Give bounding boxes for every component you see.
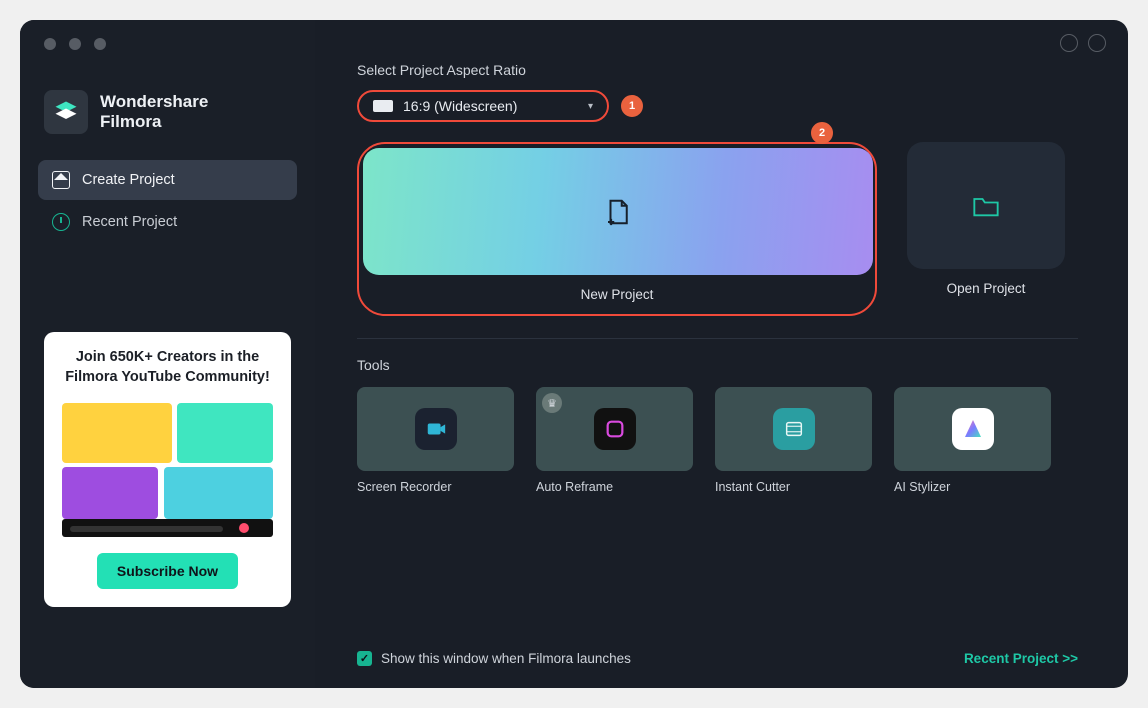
promo-headline: Join 650K+ Creators in the Filmora YouTu…: [56, 348, 279, 387]
recent-project-link[interactable]: Recent Project >>: [964, 651, 1078, 666]
tool-ai-stylizer[interactable]: [894, 387, 1051, 471]
tool-label: Screen Recorder: [357, 480, 514, 494]
camera-icon: [425, 418, 447, 440]
footer: ✓ Show this window when Filmora launches…: [357, 651, 1078, 666]
open-project-label: Open Project: [907, 281, 1065, 296]
filmstrip-icon: [783, 418, 805, 440]
brand-line1: Wondershare: [100, 92, 208, 112]
clock-icon: [52, 213, 70, 231]
minimize-window-button[interactable]: [69, 38, 81, 50]
show-on-launch-checkbox[interactable]: ✓ Show this window when Filmora launches: [357, 651, 631, 666]
close-window-button[interactable]: [44, 38, 56, 50]
maximize-window-button[interactable]: [94, 38, 106, 50]
promo-card: Join 650K+ Creators in the Filmora YouTu…: [44, 332, 291, 607]
new-project-button[interactable]: [363, 148, 873, 275]
annotation-badge-1: 1: [621, 95, 643, 117]
tool-auto-reframe[interactable]: ♛: [536, 387, 693, 471]
aspect-ratio-select[interactable]: 16:9 (Widescreen) ▾: [357, 90, 609, 122]
sidebar-nav: Create Project Recent Project: [20, 160, 315, 242]
new-project-wrap: 2 New Project: [357, 142, 877, 316]
sidebar-item-recent-project[interactable]: Recent Project: [38, 202, 297, 242]
folder-icon: [972, 194, 1000, 218]
tool-label: AI Stylizer: [894, 480, 1051, 494]
widescreen-icon: [373, 100, 393, 112]
sidebar: Wondershare Filmora Create Project Recen…: [20, 20, 315, 688]
aspect-ratio-label: Select Project Aspect Ratio: [357, 62, 1078, 78]
app-window: Wondershare Filmora Create Project Recen…: [20, 20, 1128, 688]
promo-illustration: [58, 399, 277, 539]
aspect-ratio-value: 16:9 (Widescreen): [403, 98, 517, 114]
sidebar-item-label: Create Project: [82, 172, 175, 188]
sidebar-item-label: Recent Project: [82, 214, 177, 230]
chevron-down-icon: ▾: [588, 101, 593, 112]
subscribe-button[interactable]: Subscribe Now: [97, 553, 238, 589]
new-project-label: New Project: [359, 287, 875, 302]
new-file-icon: [603, 197, 633, 227]
brand-line2: Filmora: [100, 112, 208, 132]
tool-label: Auto Reframe: [536, 480, 693, 494]
tool-screen-recorder[interactable]: [357, 387, 514, 471]
premium-crown-icon: ♛: [542, 393, 562, 413]
tool-label: Instant Cutter: [715, 480, 872, 494]
divider: [357, 338, 1078, 339]
brand: Wondershare Filmora: [20, 70, 315, 160]
sidebar-item-create-project[interactable]: Create Project: [38, 160, 297, 200]
annotation-badge-2: 2: [811, 122, 833, 144]
new-project-annotation-outline: New Project: [357, 142, 877, 316]
checkmark-icon: ✓: [357, 651, 372, 666]
window-traffic-lights: [44, 38, 106, 50]
tools-heading: Tools: [357, 357, 1078, 373]
reframe-icon: [604, 418, 626, 440]
ai-stylizer-icon: [961, 417, 985, 441]
main-panel: Select Project Aspect Ratio 16:9 (Widesc…: [315, 20, 1128, 688]
home-icon: [52, 171, 70, 189]
brand-name: Wondershare Filmora: [100, 92, 208, 131]
tool-instant-cutter[interactable]: [715, 387, 872, 471]
tools-grid: Screen Recorder ♛ Auto Reframe Instant C: [357, 387, 1078, 494]
app-logo-icon: [44, 90, 88, 134]
show-on-launch-label: Show this window when Filmora launches: [381, 651, 631, 666]
open-project-button[interactable]: [907, 142, 1065, 269]
